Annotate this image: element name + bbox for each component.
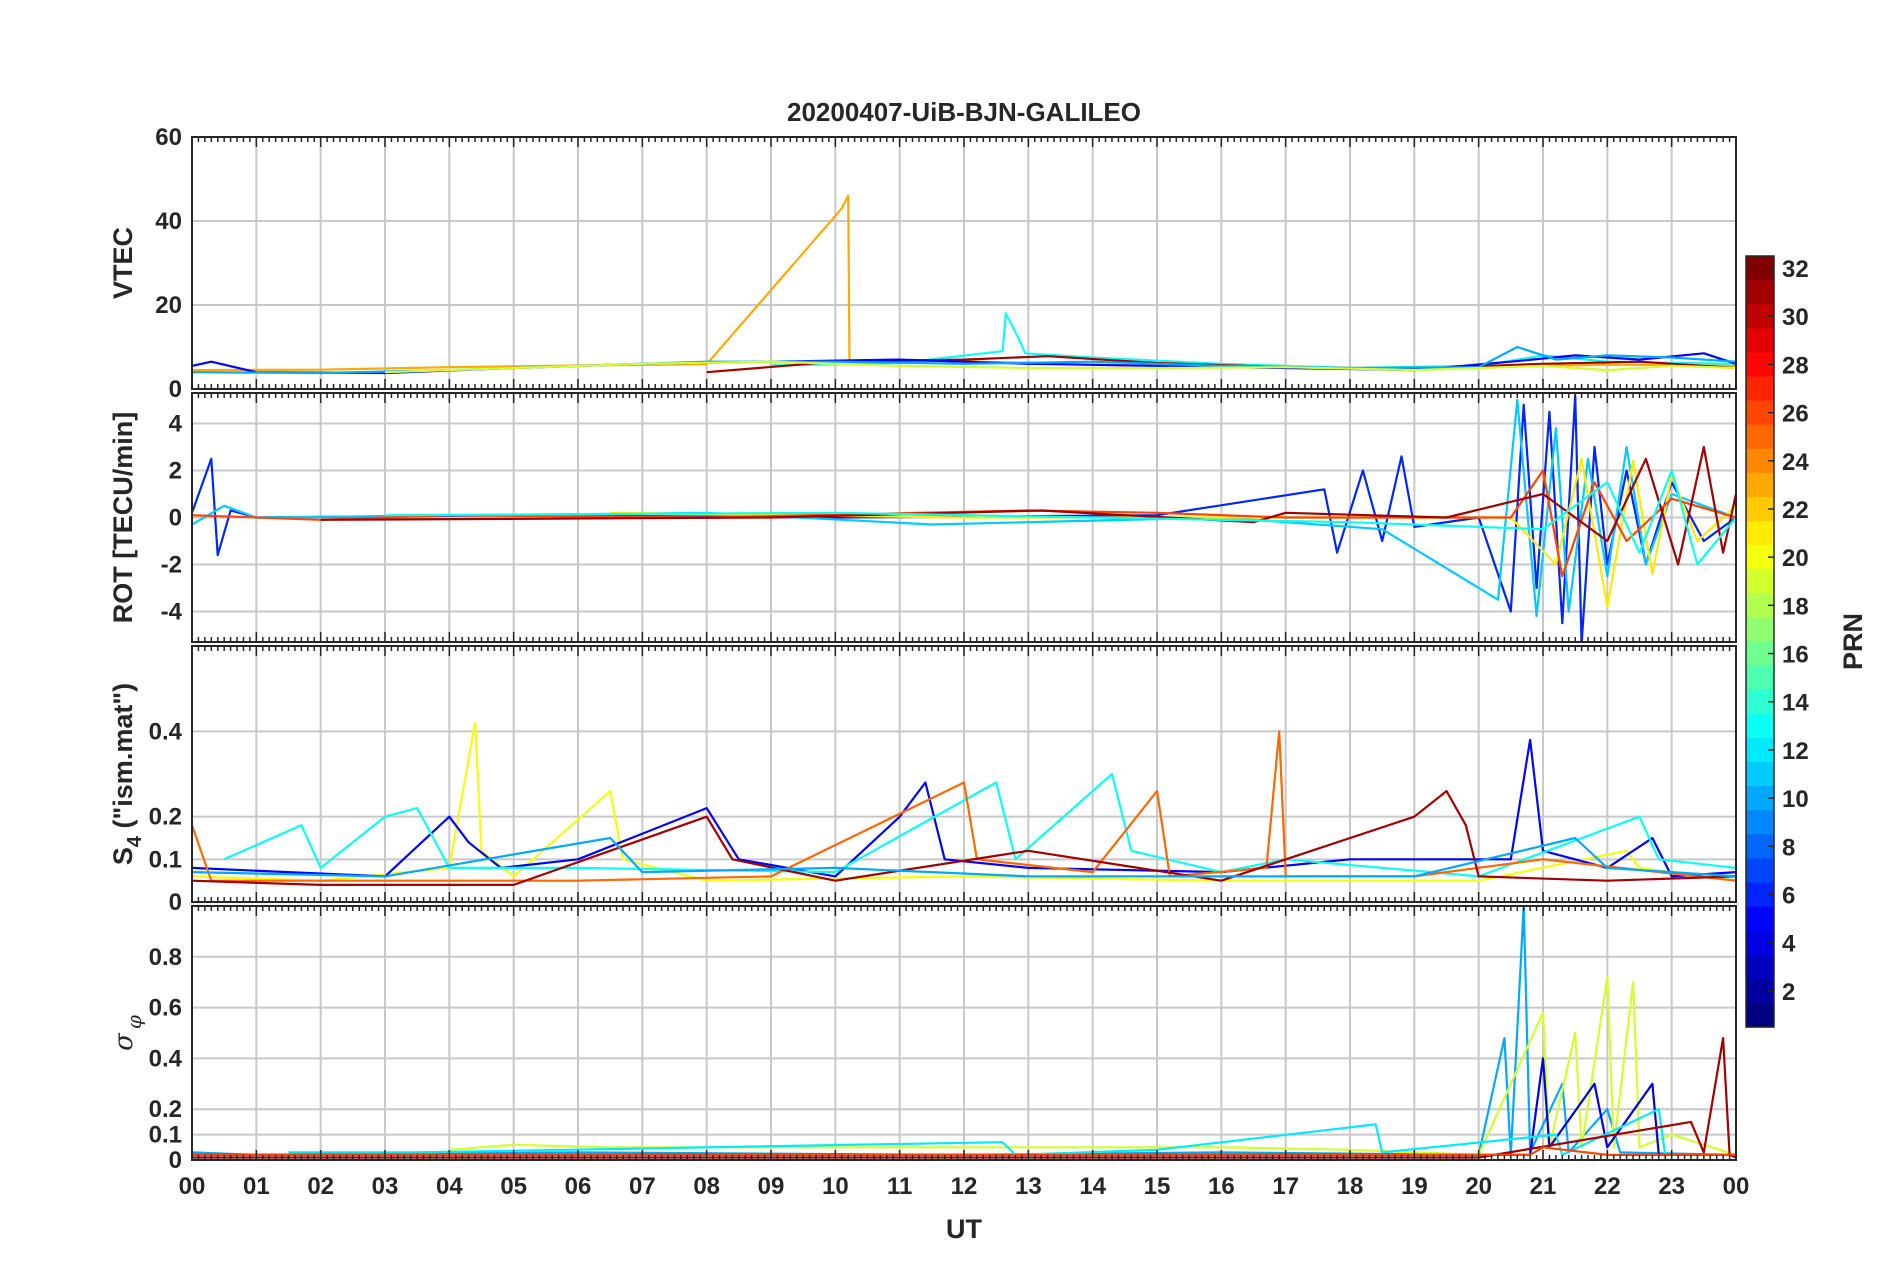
colorbar-tick-label: 22 xyxy=(1782,497,1809,524)
colorbar-tick-label: 30 xyxy=(1782,304,1809,331)
x-tick-label: 21 xyxy=(1530,1173,1557,1200)
x-tick-label: 16 xyxy=(1208,1173,1235,1200)
colorbar-tick-label: 8 xyxy=(1782,834,1795,861)
colorbar-segment xyxy=(1746,1002,1774,1028)
colorbar-label: PRN xyxy=(1838,613,1868,670)
panels: 0204060VTEC-4-2024ROT [TECU/min]00.10.20… xyxy=(108,124,1737,1174)
colorbar-tick-label: 12 xyxy=(1782,738,1809,765)
y-axis-label: σφ xyxy=(109,1015,146,1051)
y-tick-label: 0.6 xyxy=(149,995,182,1022)
y-tick-label: 0.8 xyxy=(149,944,182,971)
y-tick-label: -4 xyxy=(161,598,183,625)
panel-3: 0 0.1 0.2 0.4S4 ("ism.mat") xyxy=(108,645,1737,916)
colorbar-segment xyxy=(1746,424,1774,450)
x-tick-label: 00 xyxy=(179,1173,206,1200)
y-tick-label: 0.4 xyxy=(149,718,183,745)
colorbar-segment xyxy=(1746,954,1774,980)
x-tick-label: 18 xyxy=(1337,1173,1364,1200)
colorbar-tick-label: 32 xyxy=(1782,256,1809,283)
y-tick-label: 0.2 xyxy=(149,804,182,831)
colorbar-tick-label: 10 xyxy=(1782,786,1809,813)
colorbar-tick-label: 4 xyxy=(1782,931,1796,958)
colorbar-segment xyxy=(1746,713,1774,739)
x-tick-label: 01 xyxy=(243,1173,270,1200)
x-tick-label: 15 xyxy=(1144,1173,1171,1200)
colorbar-segment xyxy=(1746,858,1774,884)
panel-1: 0 20 40 60 VTEC xyxy=(108,124,1737,403)
x-tick-label: 20 xyxy=(1465,1173,1492,1200)
colorbar-segment xyxy=(1746,617,1774,643)
x-tick-label: 07 xyxy=(629,1173,656,1200)
colorbar-segment xyxy=(1746,521,1774,546)
x-tick-label: 17 xyxy=(1272,1173,1299,1200)
x-axis-label: UT xyxy=(946,1214,982,1244)
x-tick-label: 04 xyxy=(436,1173,463,1200)
x-tick-label: 13 xyxy=(1015,1173,1042,1200)
colorbar: 2468101214161820222426283032PRN xyxy=(1745,255,1868,1028)
colorbar-segment xyxy=(1746,280,1774,305)
y-tick-label: 0 xyxy=(169,1147,182,1174)
y-axis-label: S4 ("ism.mat") xyxy=(108,683,146,865)
colorbar-tick-label: 14 xyxy=(1782,690,1809,717)
chart-title: 20200407-UiB-BJN-GALILEO xyxy=(787,97,1141,127)
y-tick-label: 0.1 xyxy=(149,846,182,873)
x-tick-label: 02 xyxy=(307,1173,334,1200)
x-tick-label: 19 xyxy=(1401,1173,1428,1200)
x-tick-label: 10 xyxy=(822,1173,849,1200)
y-tick-label: 0 xyxy=(169,889,182,916)
colorbar-tick-label: 2 xyxy=(1782,979,1795,1006)
y-tick-label: 40 xyxy=(155,208,182,235)
x-tick-label: 14 xyxy=(1079,1173,1106,1200)
x-tick-label: 05 xyxy=(500,1173,527,1200)
y-tick-label: 20 xyxy=(155,292,182,319)
y-tick-label: 0 xyxy=(169,505,182,532)
y-tick-label: 0 xyxy=(169,376,182,403)
figure: 20200407-UiB-BJN-GALILEO 0204060VTEC-4-2… xyxy=(108,97,1868,1244)
colorbar-segment xyxy=(1746,761,1774,787)
y-tick-label: 2 xyxy=(169,458,182,485)
y-axis-label: ROT [TECU/min] xyxy=(108,412,138,623)
colorbar-segment xyxy=(1746,472,1774,498)
colorbar-segment xyxy=(1746,569,1774,594)
panel-2: -4 -2 0 2 4 ROT [TECU/min] xyxy=(108,392,1737,643)
colorbar-segment xyxy=(1746,906,1774,932)
y-tick-label: 4 xyxy=(169,411,183,438)
x-tick-label: 00 xyxy=(1723,1173,1750,1200)
colorbar-segment xyxy=(1746,376,1774,402)
x-tick-label: 11 xyxy=(887,1173,912,1200)
colorbar-tick-label: 16 xyxy=(1782,642,1809,669)
panel-4: 00.10.2 0.4 0.6 0.8 σφ xyxy=(109,905,1737,1174)
colorbar-segment xyxy=(1746,810,1774,835)
y-axis-label: VTEC xyxy=(108,227,138,299)
colorbar-tick-label: 24 xyxy=(1782,449,1809,476)
colorbar-segment xyxy=(1746,665,1774,691)
colorbar-tick-label: 20 xyxy=(1782,545,1809,572)
y-tick-label: 60 xyxy=(155,124,182,151)
colorbar-segment xyxy=(1746,328,1774,353)
x-tick-label: 06 xyxy=(565,1173,592,1200)
y-tick-label: 0.4 xyxy=(149,1045,183,1072)
x-tick-label: 03 xyxy=(372,1173,399,1200)
colorbar-tick-label: 26 xyxy=(1782,401,1809,428)
colorbar-tick-label: 18 xyxy=(1782,593,1809,620)
y-tick-label: -2 xyxy=(161,551,182,578)
x-tick-label: 08 xyxy=(693,1173,720,1200)
colorbar-tick-label: 6 xyxy=(1782,882,1795,909)
y-tick-label: 0.1 xyxy=(149,1122,182,1149)
x-axis: 00 01 02 03 04 05 06 07 08 09 10 11 12 13 14 15 16 17 18 19… xyxy=(179,1173,1750,1200)
x-tick-label: 23 xyxy=(1658,1173,1685,1200)
colorbar-tick-label: 28 xyxy=(1782,352,1809,379)
x-tick-label: 09 xyxy=(758,1173,785,1200)
y-tick-label: 0.2 xyxy=(149,1096,182,1123)
x-tick-label: 22 xyxy=(1594,1173,1621,1200)
x-tick-label: 12 xyxy=(951,1173,978,1200)
